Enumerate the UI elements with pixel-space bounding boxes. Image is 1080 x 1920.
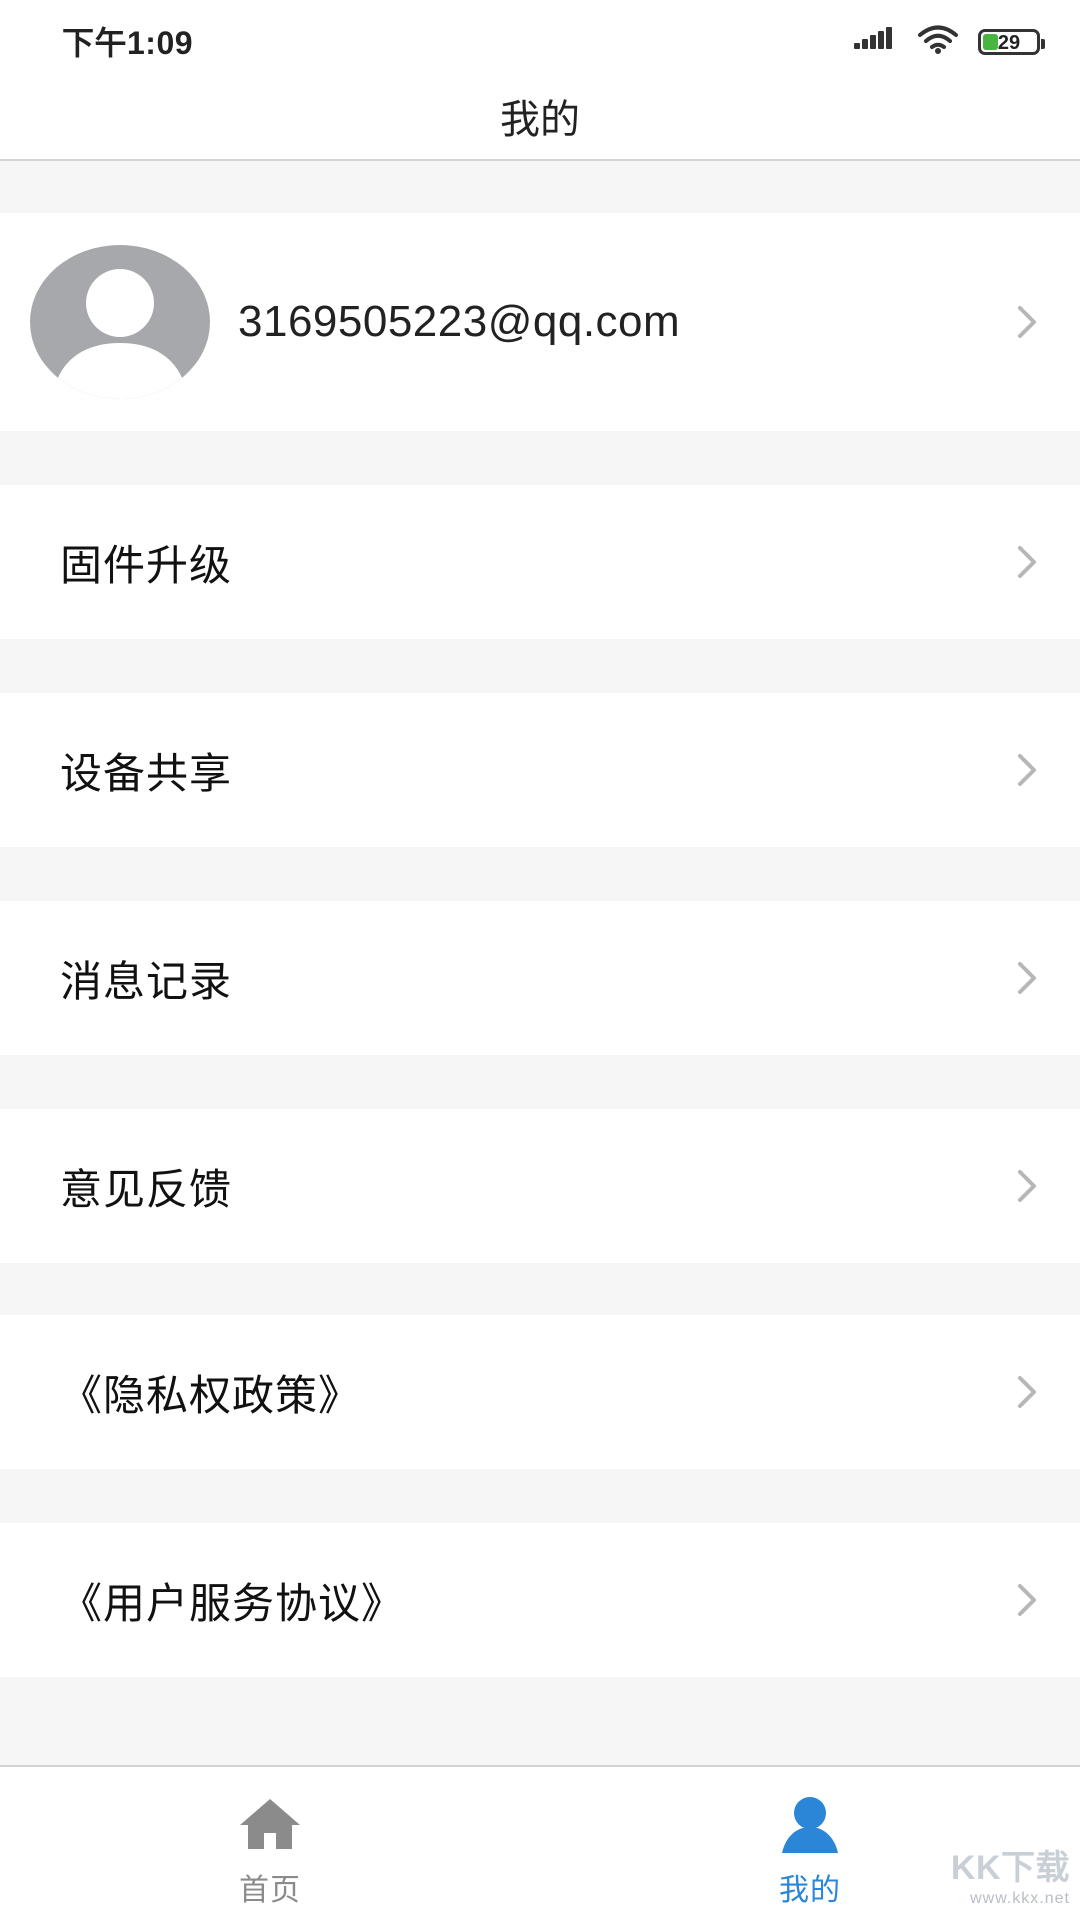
chevron-right-icon	[1010, 300, 1044, 344]
avatar-placeholder-icon	[52, 269, 188, 399]
battery-icon: 29	[978, 29, 1045, 55]
app-header: 我的	[0, 80, 1080, 161]
mine-page: 下午1:09 29 我的 3169505223@qq.com 固件升级 设备共享…	[0, 0, 1080, 1920]
menu-item-feedback[interactable]: 意见反馈	[0, 1109, 1080, 1263]
nav-label-home: 首页	[239, 1874, 301, 1907]
signal-icon	[854, 25, 898, 60]
watermark-url: www.kkx.net	[970, 1890, 1070, 1907]
menu-item-privacy-policy[interactable]: 《隐私权政策》	[0, 1315, 1080, 1469]
menu-item-firmware-upgrade[interactable]: 固件升级	[0, 485, 1080, 639]
battery-percent: 29	[997, 32, 1021, 54]
watermark: KK下载 www.kkx.net	[930, 1840, 1070, 1910]
nav-label-mine: 我的	[779, 1874, 841, 1907]
chevron-right-icon	[1010, 540, 1044, 584]
chevron-right-icon	[1010, 748, 1044, 792]
menu-item-message-records[interactable]: 消息记录	[0, 901, 1080, 1055]
menu-item-label: 《用户服务协议》	[60, 1579, 405, 1627]
status-bar: 下午1:09 29	[0, 0, 1080, 80]
menu-item-label: 消息记录	[60, 957, 233, 1005]
status-time: 下午1:09	[62, 25, 194, 61]
menu-item-label: 设备共享	[60, 749, 233, 797]
profile-email: 3169505223@qq.com	[238, 297, 681, 346]
profile-row[interactable]: 3169505223@qq.com	[0, 213, 1080, 431]
watermark-brand: KK下载	[950, 1849, 1070, 1887]
nav-item-mine[interactable]: 我的	[720, 1767, 900, 1920]
bottom-nav: 首页 我的	[0, 1765, 1080, 1920]
status-icons: 29	[854, 22, 1045, 62]
menu-item-label: 固件升级	[60, 541, 233, 589]
menu-item-user-agreement[interactable]: 《用户服务协议》	[0, 1523, 1080, 1677]
chevron-right-icon	[1010, 1370, 1044, 1414]
home-icon	[236, 1793, 304, 1855]
menu-item-label: 《隐私权政策》	[60, 1371, 362, 1419]
chevron-right-icon	[1010, 1164, 1044, 1208]
chevron-right-icon	[1010, 956, 1044, 1000]
menu-item-device-sharing[interactable]: 设备共享	[0, 693, 1080, 847]
avatar[interactable]	[30, 245, 210, 399]
user-icon	[776, 1793, 844, 1855]
chevron-right-icon	[1010, 1578, 1044, 1622]
page-title: 我的	[500, 98, 580, 142]
nav-item-home[interactable]: 首页	[180, 1767, 360, 1920]
wifi-icon	[916, 25, 960, 60]
menu-item-label: 意见反馈	[60, 1165, 233, 1213]
